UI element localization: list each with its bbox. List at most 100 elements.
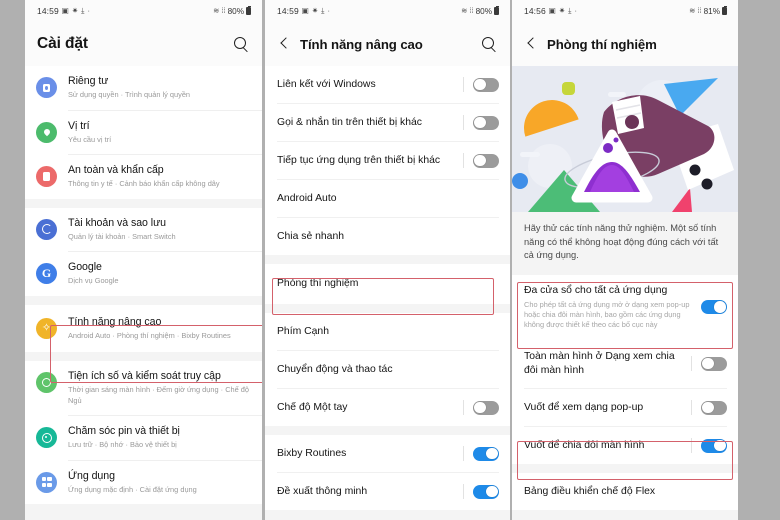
settings-list[interactable]: Riêng tư Sử dụng quyền · Trình quản lý q…: [25, 66, 262, 520]
group-spacer: [265, 304, 510, 313]
list-item-label: Vuốt để xem dạng pop-up: [524, 401, 644, 413]
list-item-subtitle: Android Auto · Phòng thí nghiệm · Bixby …: [68, 330, 231, 340]
wifi-icon: ≋: [461, 6, 468, 16]
picture-icon: ▣: [301, 6, 309, 16]
list-item-subtitle: Lưu trữ · Bộ nhớ · Bảo vệ thiết bị: [68, 440, 177, 449]
list-item-motions-gestures[interactable]: Chuyển động và thao tác: [265, 351, 510, 388]
vertical-divider: [691, 400, 692, 416]
af-group-1: Liên kết với Windows Gọi & nhắn tin trên…: [265, 66, 510, 255]
signal-icon: ⁞⁞: [221, 6, 226, 16]
af-group-4: Bixby Routines Đề xuất thông minh: [265, 435, 510, 510]
list-item-title: Chăm sóc pin và thiết bị: [68, 425, 180, 437]
gear-icon: ✷: [311, 6, 319, 16]
list-item-subtitle: Quản lý tài khoản · Smart Switch: [68, 231, 176, 241]
toggle-call-text-other-devices[interactable]: [473, 115, 499, 130]
toggle-link-to-windows[interactable]: [473, 77, 499, 92]
back-arrow-icon[interactable]: [277, 35, 293, 53]
list-item-label: Bixby Routines: [277, 447, 347, 459]
toggle-multi-window-all-apps[interactable]: [701, 299, 727, 314]
labs-group-3: Bảng điều khiển chế độ Flex: [512, 473, 738, 511]
sidebar-item-privacy[interactable]: Riêng tư Sử dụng quyền · Trình quản lý q…: [25, 66, 262, 110]
list-item-labs[interactable]: Phòng thí nghiệm: [265, 264, 510, 304]
download-icon: ⤓: [321, 6, 325, 16]
toggle-swipe-for-split-screen[interactable]: [701, 438, 727, 453]
status-bar-left: 14:59 ▣ ✷ ⤓ ·: [37, 6, 90, 16]
list-item-label: Chế độ Một tay: [277, 401, 348, 413]
status-bar: 14:59 ▣ ✷ ⤓ · ≋ ⁞⁞ 80%: [25, 0, 262, 22]
sidebar-item-google[interactable]: G Google Dịch vụ Google: [25, 252, 262, 296]
settings-group-2: Tài khoản và sao lưu Quản lý tài khoản ·…: [25, 207, 262, 296]
list-item-one-handed-mode[interactable]: Chế độ Một tay: [265, 389, 510, 426]
advanced-features-list[interactable]: Liên kết với Windows Gọi & nhắn tin trên…: [265, 66, 510, 520]
toggle-smart-suggestions[interactable]: [473, 484, 499, 499]
back-arrow-icon[interactable]: [524, 35, 540, 53]
status-bar-right: ≋ ⁞⁞ 80%: [213, 6, 251, 16]
toggle-fullscreen-split-view[interactable]: [701, 356, 727, 371]
list-item-multi-window-all-apps[interactable]: Đa cửa sổ cho tất cả ứng dụng Cho phép t…: [512, 274, 738, 340]
sidebar-item-digital-wellbeing[interactable]: Tiện ích số và kiểm soát truy cập Thời g…: [25, 361, 262, 415]
dot-icon: ·: [87, 6, 91, 16]
list-item-label: Vuốt để chia đôi màn hình: [524, 439, 645, 451]
battery-icon: [722, 6, 727, 15]
af-group-2: Phòng thí nghiệm: [265, 264, 510, 304]
group-spacer: [265, 426, 510, 435]
list-item-quick-share[interactable]: Chia sẻ nhanh: [265, 218, 510, 255]
signal-icon: ⁞⁞: [697, 6, 702, 16]
list-item-title: Tài khoản và sao lưu: [68, 216, 166, 229]
gear-icon: ✷: [71, 6, 79, 16]
signal-icon: ⁞⁞: [469, 6, 474, 16]
list-item-swipe-for-split-screen[interactable]: Vuốt để chia đôi màn hình: [512, 427, 738, 465]
sidebar-item-apps[interactable]: Ứng dụng Ứng dụng mặc định · Cài đặt ứng…: [25, 460, 262, 504]
list-item-label: Đa cửa sổ cho tất cả ứng dụng: [524, 284, 668, 296]
list-item-label: Tiếp tục ứng dụng trên thiết bị khác: [277, 154, 441, 166]
list-item-label: Android Auto: [277, 192, 337, 204]
list-item-android-auto[interactable]: Android Auto: [265, 180, 510, 217]
settings-group-4: Tiện ích số và kiểm soát truy cập Thời g…: [25, 361, 262, 504]
status-time: 14:56: [524, 6, 546, 16]
sidebar-item-advanced-features[interactable]: ✧ Tính năng nâng cao Android Auto · Phòn…: [25, 304, 262, 352]
toggle-continue-apps-other-devices[interactable]: [473, 153, 499, 168]
sidebar-item-location[interactable]: Vị trí Yêu cầu vị trí: [25, 110, 262, 154]
status-bar-left: 14:56 ▣ ✷ ⤓ ·: [524, 6, 577, 16]
list-item-label: Phòng thí nghiệm: [277, 278, 359, 290]
dot-icon: ·: [574, 6, 578, 16]
status-time: 14:59: [37, 6, 59, 16]
list-item-bixby-routines[interactable]: Bixby Routines: [265, 435, 510, 472]
list-item-label: Gọi & nhắn tin trên thiết bị khác: [277, 116, 422, 128]
status-bar-right: ≋ ⁞⁞ 80%: [461, 6, 499, 16]
phone-panel-settings: 14:59 ▣ ✷ ⤓ · ≋ ⁞⁞ 80% Cài đặt Riêng tư …: [25, 0, 262, 520]
list-item-link-to-windows[interactable]: Liên kết với Windows: [265, 66, 510, 103]
app-bar-settings: Cài đặt: [25, 22, 262, 66]
toggle-swipe-for-popup[interactable]: [701, 400, 727, 415]
emergency-icon: [36, 166, 57, 187]
labs-group-2: Toàn màn hình ở Dạng xem chia đôi màn hì…: [512, 339, 738, 465]
sidebar-item-safety-emergency[interactable]: An toàn và khẩn cấp Thông tin y tế · Cản…: [25, 155, 262, 199]
group-spacer: [25, 198, 262, 208]
battery-percent: 81%: [703, 6, 720, 16]
vertical-divider: [463, 115, 464, 130]
list-item-call-text-other-devices[interactable]: Gọi & nhắn tin trên thiết bị khác: [265, 104, 510, 141]
list-item-label: Liên kết với Windows: [277, 78, 376, 90]
vertical-divider: [463, 446, 464, 461]
list-item-fullscreen-split-view[interactable]: Toàn màn hình ở Dạng xem chia đôi màn hì…: [512, 339, 738, 389]
list-item-continue-apps-other-devices[interactable]: Tiếp tục ứng dụng trên thiết bị khác: [265, 142, 510, 179]
list-item-swipe-for-popup[interactable]: Vuốt để xem dạng pop-up: [512, 389, 738, 427]
battery-percent: 80%: [475, 6, 492, 16]
list-item-flex-mode-panel[interactable]: Bảng điều khiển chế độ Flex: [512, 473, 738, 511]
sidebar-item-accounts-backup[interactable]: Tài khoản và sao lưu Quản lý tài khoản ·…: [25, 207, 262, 251]
search-icon[interactable]: [233, 36, 250, 53]
list-item-title: Google: [68, 261, 102, 273]
toggle-bixby-routines[interactable]: [473, 446, 499, 461]
labs-description: Hãy thử các tính năng thử nghiệm. Một số…: [512, 212, 738, 275]
list-item-smart-suggestions[interactable]: Đề xuất thông minh: [265, 473, 510, 510]
lab-flask-illustration: [512, 66, 738, 212]
search-icon[interactable]: [481, 36, 498, 53]
settings-group-3: ✧ Tính năng nâng cao Android Auto · Phòn…: [25, 304, 262, 352]
sidebar-item-device-care[interactable]: Chăm sóc pin và thiết bị Lưu trữ · Bộ nh…: [25, 416, 262, 460]
vertical-divider: [463, 153, 464, 168]
list-item-side-key[interactable]: Phím Cạnh: [265, 313, 510, 350]
status-bar: 14:59 ▣ ✷ ⤓ · ≋ ⁞⁞ 80%: [265, 0, 510, 22]
toggle-one-handed-mode[interactable]: [473, 400, 499, 415]
download-icon: ⤓: [568, 6, 572, 16]
labs-content[interactable]: Hãy thử các tính năng thử nghiệm. Một số…: [512, 66, 738, 520]
